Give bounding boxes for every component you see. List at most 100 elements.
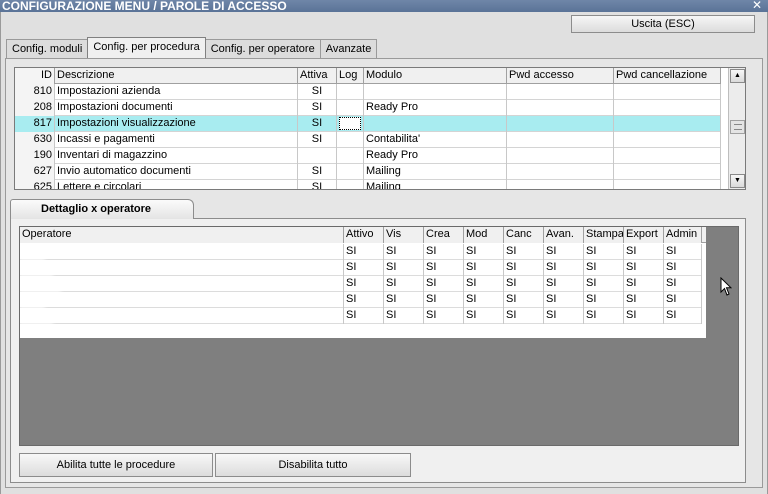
row-pwd-accesso[interactable] [507, 148, 614, 164]
permission-cell[interactable]: SI [584, 276, 624, 292]
row-modulo[interactable]: Ready Pro [364, 100, 507, 116]
row-id[interactable]: 190 [15, 148, 55, 164]
row-attiva[interactable]: SI [298, 164, 337, 180]
permission-cell[interactable]: SI [424, 292, 464, 308]
row-pwd-accesso[interactable] [507, 164, 614, 180]
table-row[interactable]: SI SI SI SI SI SI SI SI SI [20, 244, 702, 260]
enable-all-procedures-button[interactable]: Abilita tutte le procedure [19, 453, 213, 477]
col-header-id[interactable]: ID [15, 68, 55, 84]
permission-cell[interactable]: SI [464, 292, 504, 308]
permission-cell[interactable]: SI [424, 244, 464, 260]
permission-cell[interactable]: SI [544, 292, 584, 308]
table-row[interactable]: SI SI SI SI SI SI SI SI SI [20, 260, 702, 276]
row-pwd-accesso[interactable] [507, 100, 614, 116]
row-attiva[interactable]: SI [298, 132, 337, 148]
permission-cell[interactable]: SI [504, 260, 544, 276]
permission-cell[interactable]: SI [544, 260, 584, 276]
table-row[interactable]: 190 Inventari di magazzino Ready Pro [15, 148, 721, 164]
table-row[interactable]: SI SI SI SI SI SI SI SI SI [20, 276, 702, 292]
operators-grid[interactable]: Operatore Attivo Vis Crea Mod Canc Avan.… [20, 227, 706, 338]
permission-cell[interactable]: SI [544, 276, 584, 292]
operator-name-cell[interactable] [20, 260, 344, 276]
permission-cell[interactable]: SI [464, 244, 504, 260]
row-modulo[interactable] [364, 84, 507, 100]
permission-cell[interactable]: SI [544, 244, 584, 260]
row-modulo[interactable] [364, 116, 507, 132]
permission-cell[interactable]: SI [664, 292, 702, 308]
disable-all-button[interactable]: Disabilita tutto [215, 453, 411, 477]
permission-cell[interactable]: SI [664, 244, 702, 260]
col-header-admin[interactable]: Admin [664, 227, 702, 243]
tab-avanzate[interactable]: Avanzate [319, 39, 378, 58]
row-pwd-cancellazione[interactable] [614, 132, 721, 148]
col-header-modulo[interactable]: Modulo [364, 68, 507, 84]
scroll-down-icon[interactable]: ▼ [730, 174, 745, 188]
row-descrizione[interactable]: Incassi e pagamenti [55, 132, 298, 148]
row-attiva[interactable]: SI [298, 180, 337, 189]
col-header-pwd-accesso[interactable]: Pwd accesso [507, 68, 614, 84]
permission-cell[interactable]: SI [344, 308, 384, 324]
row-attiva[interactable]: SI [298, 116, 337, 132]
procedures-grid[interactable]: ID Descrizione Attiva Log Modulo Pwd acc… [14, 67, 746, 190]
row-descrizione[interactable]: Impostazioni documenti [55, 100, 298, 116]
table-row[interactable]: 810 Impostazioni azienda SI [15, 84, 721, 100]
row-id[interactable]: 630 [15, 132, 55, 148]
permission-cell[interactable]: SI [344, 292, 384, 308]
permission-cell[interactable]: SI [464, 276, 504, 292]
table-row[interactable]: SI SI SI SI SI SI SI SI SI [20, 308, 702, 324]
col-header-stampa[interactable]: Stampa [584, 227, 624, 243]
row-pwd-accesso[interactable] [507, 116, 614, 132]
permission-cell[interactable]: SI [584, 244, 624, 260]
row-attiva[interactable]: SI [298, 84, 337, 100]
permission-cell[interactable]: SI [344, 244, 384, 260]
col-header-attiva[interactable]: Attiva [298, 68, 337, 84]
col-header-attivo[interactable]: Attivo [344, 227, 384, 243]
permission-cell[interactable]: SI [584, 260, 624, 276]
tab-config-per-procedura[interactable]: Config. per procedura [87, 37, 206, 58]
tab-config-per-operatore[interactable]: Config. per operatore [204, 39, 321, 58]
permission-cell[interactable]: SI [384, 244, 424, 260]
row-pwd-cancellazione[interactable] [614, 116, 721, 132]
permission-cell[interactable]: SI [504, 308, 544, 324]
table-row[interactable]: 208 Impostazioni documenti SI Ready Pro [15, 100, 721, 116]
permission-cell[interactable]: SI [424, 308, 464, 324]
detail-tab[interactable]: Dettaglio x operatore [10, 199, 194, 219]
col-header-pwd-cancellazione[interactable]: Pwd cancellazione [614, 68, 721, 84]
row-modulo[interactable]: Ready Pro [364, 148, 507, 164]
permission-cell[interactable]: SI [624, 292, 664, 308]
scroll-thumb[interactable] [730, 120, 745, 134]
col-header-avan[interactable]: Avan. [544, 227, 584, 243]
row-log[interactable] [337, 100, 364, 116]
row-descrizione[interactable]: Impostazioni visualizzazione [55, 116, 298, 132]
col-header-vis[interactable]: Vis [384, 227, 424, 243]
permission-cell[interactable]: SI [384, 276, 424, 292]
permission-cell[interactable]: SI [664, 308, 702, 324]
permission-cell[interactable]: SI [504, 244, 544, 260]
permission-cell[interactable]: SI [624, 260, 664, 276]
row-pwd-cancellazione[interactable] [614, 164, 721, 180]
table-row[interactable]: SI SI SI SI SI SI SI SI SI [20, 292, 702, 308]
row-log[interactable] [337, 132, 364, 148]
row-pwd-accesso[interactable] [507, 84, 614, 100]
row-descrizione[interactable]: Invio automatico documenti [55, 164, 298, 180]
row-id[interactable]: 810 [15, 84, 55, 100]
permission-cell[interactable]: SI [504, 292, 544, 308]
permission-cell[interactable]: SI [664, 260, 702, 276]
row-modulo[interactable]: Mailing [364, 180, 507, 189]
row-descrizione[interactable]: Lettere e circolari [55, 180, 298, 189]
col-header-export[interactable]: Export [624, 227, 664, 243]
operator-name-cell[interactable] [20, 292, 344, 308]
row-attiva[interactable] [298, 148, 337, 164]
permission-cell[interactable]: SI [424, 276, 464, 292]
permission-cell[interactable]: SI [624, 244, 664, 260]
permission-cell[interactable]: SI [624, 276, 664, 292]
operator-name-cell[interactable] [20, 308, 344, 324]
row-descrizione[interactable]: Impostazioni azienda [55, 84, 298, 100]
row-log[interactable] [337, 180, 364, 189]
exit-button[interactable]: Uscita (ESC) [571, 15, 755, 33]
permission-cell[interactable]: SI [624, 308, 664, 324]
row-id[interactable]: 627 [15, 164, 55, 180]
permission-cell[interactable]: SI [504, 276, 544, 292]
col-header-crea[interactable]: Crea [424, 227, 464, 243]
row-pwd-accesso[interactable] [507, 180, 614, 189]
